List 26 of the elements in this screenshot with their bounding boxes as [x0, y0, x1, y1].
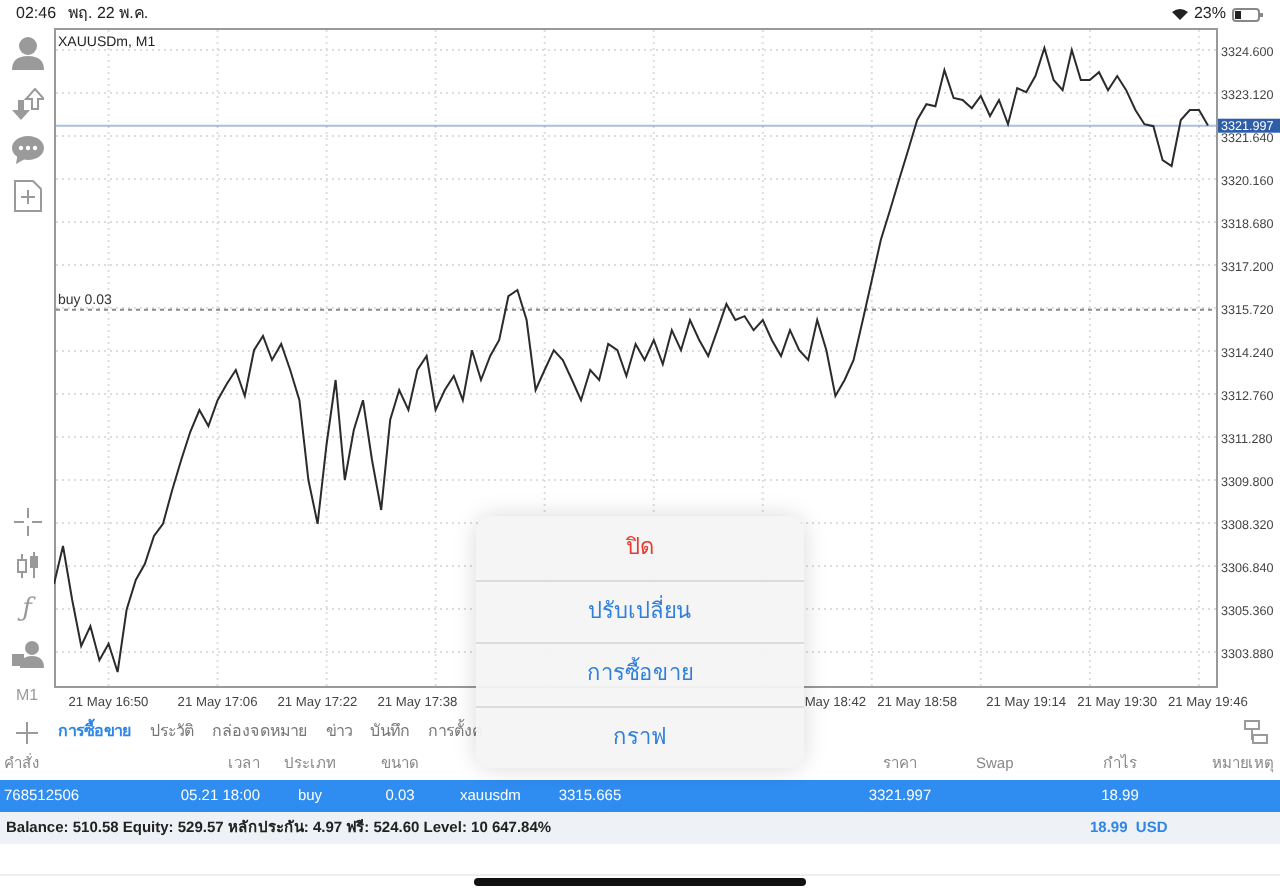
candlestick-icon[interactable]: [13, 552, 41, 580]
menu-item[interactable]: ปรับเปลี่ยน: [476, 579, 804, 642]
menu-item[interactable]: กราฟ: [476, 705, 804, 768]
crosshair-icon[interactable]: [13, 508, 41, 536]
add-icon[interactable]: [16, 721, 38, 743]
layout-icon[interactable]: [1244, 720, 1268, 744]
tab[interactable]: ประวัติ: [150, 720, 194, 744]
menu-item[interactable]: การซื้อขาย: [476, 642, 804, 705]
tab[interactable]: บันทึก: [370, 720, 410, 744]
battery-level: 23%: [1193, 2, 1226, 26]
tab[interactable]: การตั้งค่: [428, 720, 482, 744]
transfer-icon[interactable]: [11, 88, 43, 120]
status-time: 02:46: [16, 2, 57, 26]
indicator-icon[interactable]: ƒ: [22, 596, 32, 624]
battery-icon: [1232, 7, 1264, 21]
tab[interactable]: กล่องจดหมาย: [212, 720, 308, 744]
tab[interactable]: ข่าว: [326, 720, 352, 744]
menu-item[interactable]: ปิด: [476, 516, 804, 579]
status-date: พฤ. 22 พ.ค.: [68, 2, 149, 26]
wifi-icon: [1171, 8, 1188, 20]
tab[interactable]: การซื้อขาย: [58, 720, 132, 744]
people-icon[interactable]: [11, 640, 43, 668]
chat-icon[interactable]: [11, 136, 43, 164]
timeframe-button[interactable]: M1: [15, 684, 39, 708]
account-icon[interactable]: [11, 36, 43, 72]
new-order-icon[interactable]: [13, 180, 41, 212]
